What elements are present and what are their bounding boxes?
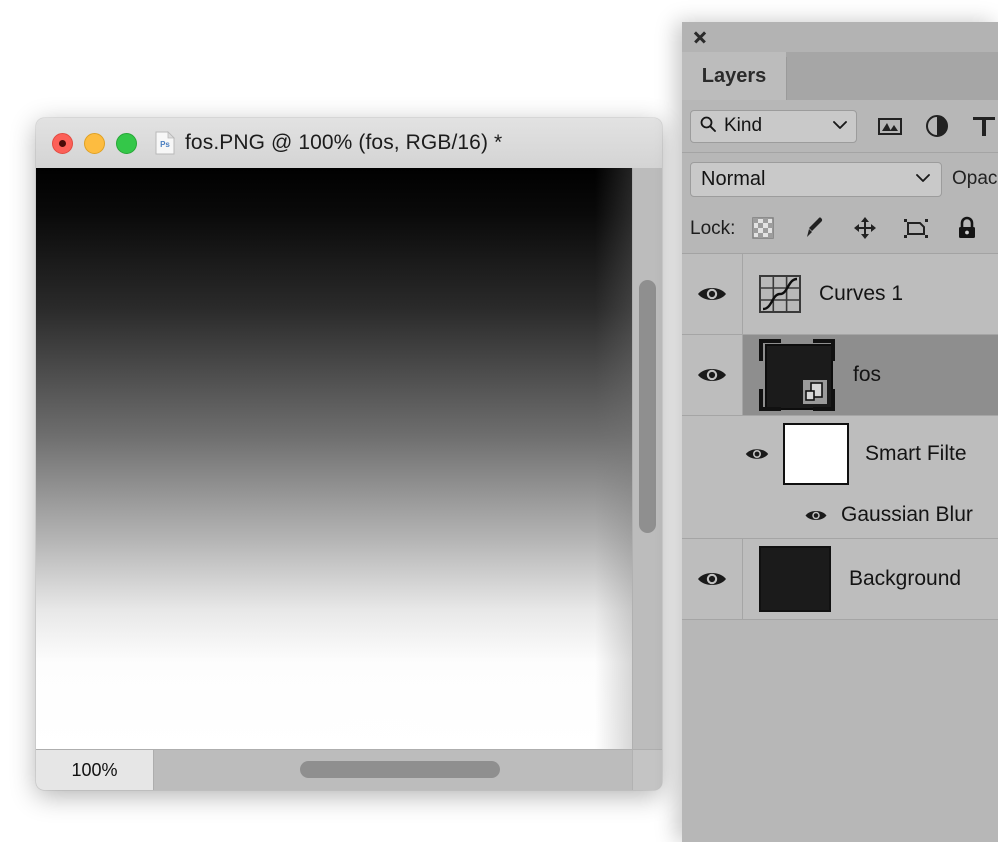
canvas-image[interactable] [36,168,633,750]
lock-icon-group [751,216,981,242]
lock-position-icon[interactable] [853,216,879,242]
eye-icon [698,288,726,300]
canvas-area[interactable]: 100% [36,168,662,790]
tabstrip-empty-area [786,57,998,100]
photoshop-document-icon: Ps [155,131,175,155]
smart-filter-row[interactable]: Gaussian Blur [682,492,998,538]
layers-panel-empty-area [682,620,998,840]
smart-object-thumbnail[interactable] [759,339,835,411]
eye-icon [698,573,726,585]
layer-visibility-toggle[interactable] [682,254,743,334]
selection-bracket-icon [759,389,781,411]
chevron-down-icon[interactable] [915,170,931,188]
svg-text:Ps: Ps [160,140,170,149]
selection-bracket-icon [813,339,835,361]
horizontal-scrollbar-thumb[interactable] [300,761,500,778]
document-window: Ps fos.PNG @ 100% (fos, RGB/16) * 100% [36,118,662,790]
layer-name: fos [853,363,882,386]
horizontal-scrollbar[interactable] [154,750,632,790]
filter-icon-group [876,112,998,140]
smart-filter-visibility-toggle[interactable] [802,508,830,523]
blend-mode-value: Normal [701,167,766,190]
blend-mode-select[interactable]: Normal [690,161,942,197]
close-icon[interactable] [693,30,707,44]
layer-row-body[interactable]: fos [743,335,998,415]
tab-layers[interactable]: Layers [682,52,786,100]
tab-layers-label: Layers [701,64,767,87]
eye-icon [698,369,726,381]
minimize-button[interactable] [84,132,105,154]
layer-thumbnail-image[interactable] [759,546,831,612]
smart-filters-label: Smart Filte [865,442,967,465]
lock-row: Lock: [682,205,998,254]
layers-panel: Layers Kind Normal Opac Lock: Curves 1 f… [682,22,998,842]
smart-filters-group: Smart Filte Gaussian Blur [682,416,998,539]
panel-titlebar [682,22,998,52]
layer-name: Curves 1 [819,282,904,305]
scrollbar-corner [632,750,662,790]
layer-visibility-toggle[interactable] [682,539,743,619]
lock-label: Lock: [690,218,736,239]
filter-kind-label: Kind [724,115,763,136]
layers-list: Curves 1 fos Smart Filte Gaussian Blur B… [682,254,998,620]
document-status-bar: 100% [36,749,662,790]
zoom-level-field[interactable]: 100% [36,750,154,790]
close-button[interactable] [52,132,73,154]
search-icon [699,115,717,138]
document-titlebar[interactable]: Ps fos.PNG @ 100% (fos, RGB/16) * [36,118,662,169]
maximize-button[interactable] [116,132,137,154]
filter-kind-select[interactable]: Kind [690,109,857,143]
selection-bracket-icon [759,339,781,361]
lock-all-icon[interactable] [955,216,981,242]
panel-tabstrip: Layers [682,52,998,100]
smart-filter-mask-thumbnail[interactable] [783,423,849,485]
smart-filter-name: Gaussian Blur [841,503,973,526]
smart-filters-visibility-toggle[interactable] [743,446,771,462]
filter-pixel-layers-icon[interactable] [876,112,904,140]
layer-name: Background [849,567,962,590]
lock-artboard-nesting-icon[interactable] [904,216,930,242]
vertical-scrollbar-thumb[interactable] [639,280,656,533]
layer-filter-row: Kind [682,100,998,153]
vertical-scrollbar[interactable] [632,168,662,750]
eye-icon [745,449,769,459]
smart-object-badge-icon [802,379,828,405]
eye-icon [805,510,827,520]
table-row[interactable]: Curves 1 [682,254,998,335]
lock-image-pixels-icon[interactable] [802,216,828,242]
layer-visibility-toggle[interactable] [682,335,743,415]
layer-row-body[interactable]: Background [743,539,998,619]
opacity-label: Opac [952,168,998,189]
table-row[interactable]: fos [682,335,998,416]
document-title: fos.PNG @ 100% (fos, RGB/16) * [185,131,503,154]
lock-transparent-pixels-icon[interactable] [751,216,777,242]
layer-row-body[interactable]: Curves 1 [743,254,998,334]
blend-mode-row: Normal Opac [682,153,998,205]
smart-filters-row[interactable]: Smart Filte [682,416,998,492]
table-row[interactable]: Background [682,539,998,620]
window-controls [52,132,137,154]
chevron-down-icon[interactable] [832,117,848,135]
filter-adjustment-layers-icon[interactable] [923,112,951,140]
filter-type-layers-icon[interactable] [970,112,998,140]
curves-adjustment-icon[interactable] [759,275,801,313]
